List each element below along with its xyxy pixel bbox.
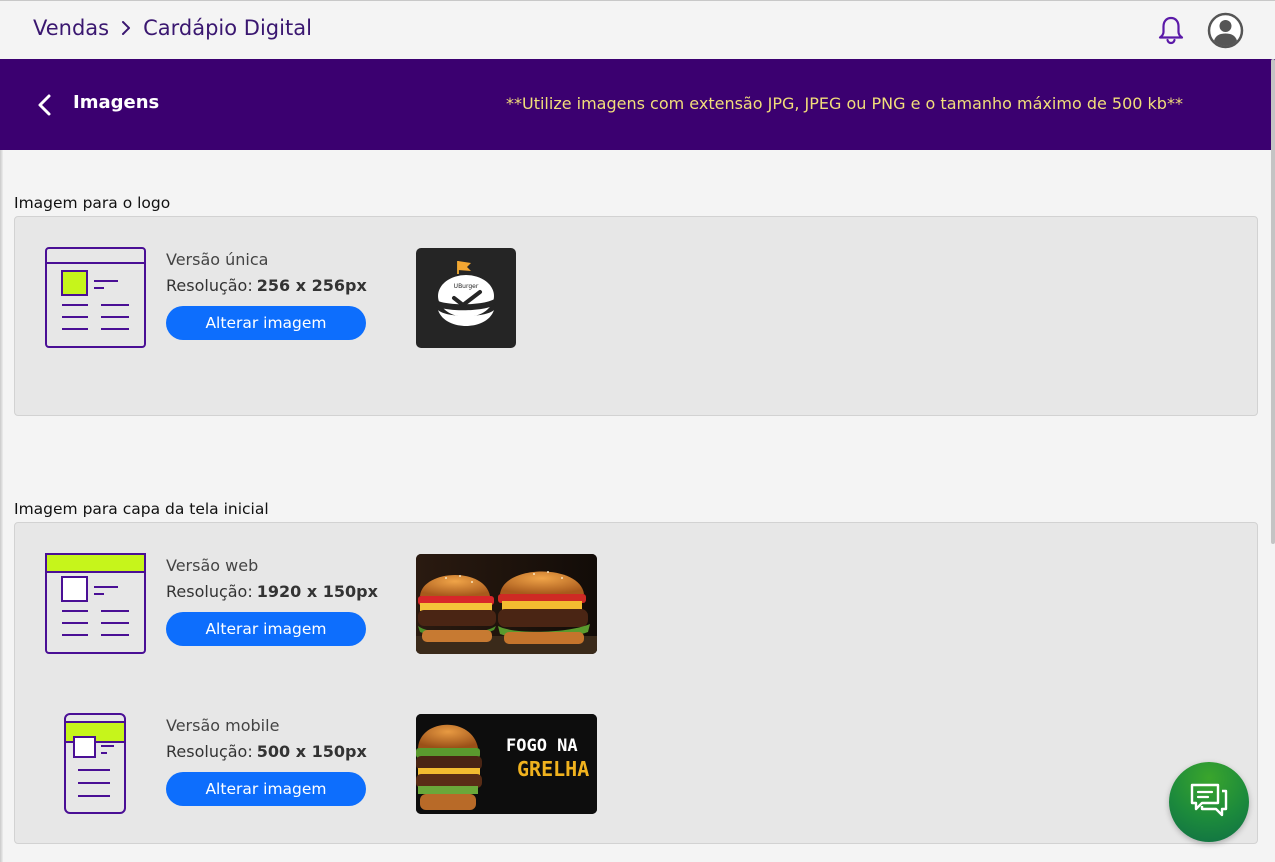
cover-card: Versão web Resolução: 1920 x 150px Altera… — [14, 522, 1258, 844]
mobile-cover-resolution: Resolução: 500 x 150px — [166, 742, 367, 761]
logo-card: Versão única Resolução: 256 x 256px Alter… — [14, 216, 1258, 416]
page-scrollbar[interactable] — [1271, 59, 1275, 544]
layout-mobile-cover-icon — [64, 713, 126, 818]
breadcrumb-current: Cardápio Digital — [143, 16, 312, 40]
cover-section-label: Imagem para capa da tela inicial — [14, 500, 269, 518]
web-cover-resolution: Resolução: 1920 x 150px — [166, 582, 378, 601]
resolution-label: Resolução: — [166, 742, 253, 761]
resolution-value: 1920 x 150px — [256, 582, 378, 601]
chat-button[interactable] — [1169, 762, 1249, 842]
mobile-cover-preview-image: FOGO NA GRELHA — [416, 714, 597, 814]
user-avatar-icon[interactable] — [1207, 12, 1244, 49]
logo-resolution: Resolução: 256 x 256px — [166, 276, 367, 295]
bell-icon[interactable] — [1157, 15, 1185, 45]
change-web-cover-button[interactable]: Alterar imagem — [166, 612, 366, 646]
resolution-value: 256 x 256px — [256, 276, 367, 295]
logo-brand-text: UBurger — [454, 283, 479, 290]
web-cover-version: Versão web — [166, 556, 259, 575]
web-cover-info: Versão web Resolução: 1920 x 150px — [166, 556, 378, 601]
resolution-label: Resolução: — [166, 276, 253, 295]
resolution-label: Resolução: — [166, 582, 253, 601]
back-arrow-icon[interactable] — [34, 92, 56, 118]
logo-info: Versão única Resolução: 256 x 256px — [166, 250, 367, 295]
banner-text-line1: FOGO NA — [506, 736, 578, 756]
chat-icon — [1189, 782, 1229, 822]
breadcrumb: Vendas Cardápio Digital — [33, 16, 312, 40]
breadcrumb-parent-link[interactable]: Vendas — [33, 16, 109, 40]
banner-text-line2: GRELHA — [517, 757, 589, 781]
chevron-right-icon — [121, 20, 131, 36]
page-title: Imagens — [73, 92, 160, 113]
upload-requirements-note: **Utilize imagens com extensão JPG, JPEG… — [506, 94, 1183, 113]
logo-preview-image: UBurger — [416, 248, 516, 348]
top-bar: Vendas Cardápio Digital — [0, 1, 1275, 59]
layout-web-cover-icon — [45, 553, 146, 658]
resolution-value: 500 x 150px — [256, 742, 367, 761]
web-cover-preview-image — [416, 554, 597, 654]
layout-logo-icon — [45, 247, 146, 352]
mobile-cover-version: Versão mobile — [166, 716, 280, 735]
mobile-cover-info: Versão mobile Resolução: 500 x 150px — [166, 716, 367, 761]
change-mobile-cover-button[interactable]: Alterar imagem — [166, 772, 366, 806]
change-logo-button[interactable]: Alterar imagem — [166, 306, 366, 340]
logo-section-label: Imagem para o logo — [14, 194, 171, 212]
page-header: Imagens **Utilize imagens com extensão J… — [0, 59, 1275, 150]
logo-version: Versão única — [166, 250, 269, 269]
